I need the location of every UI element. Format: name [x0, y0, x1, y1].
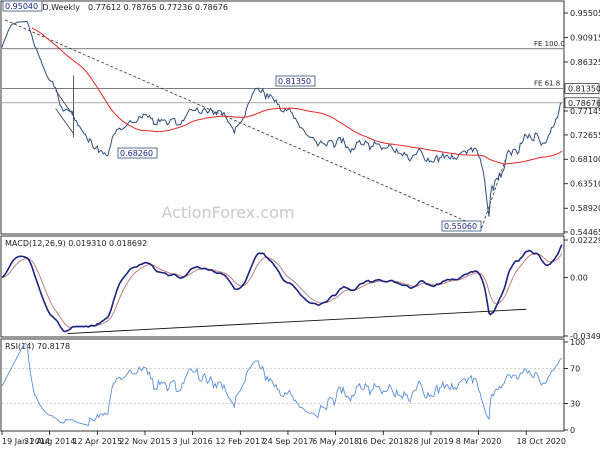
rsi-tick-label: 70	[570, 364, 580, 373]
price-tick-label: 0.72655	[570, 131, 600, 140]
x-tick-label: 22 Nov 2015	[119, 437, 170, 446]
x-tick-label: 12 Feb 2017	[215, 437, 265, 446]
watermark: ActionForex.com	[161, 203, 294, 222]
point-label: 0.81350	[278, 77, 311, 86]
fib-label: FE 100.0	[534, 40, 565, 48]
rsi-title: RSI(14) 70.8178	[5, 342, 70, 351]
x-tick-label: 6 May 2018	[312, 437, 359, 446]
fib-label: FE 61.8	[534, 80, 560, 88]
macd-tick-label: 0.00	[570, 273, 588, 282]
macd-tick-label: 0.02229	[570, 236, 600, 245]
fib-value-label: 0.81350	[568, 85, 600, 94]
rsi-tick-label: 0	[570, 426, 575, 435]
x-tick-label: 16 Dec 2018	[358, 437, 409, 446]
x-tick-label: 3 Jul 2016	[173, 437, 213, 446]
price-tick-label: 0.63510	[570, 180, 600, 189]
price-tick-label: 0.77145	[570, 107, 600, 116]
x-tick-label: 8 Mar 2020	[456, 437, 502, 446]
ohlc-label: 0.77612 0.78765 0.77236 0.78676	[88, 3, 228, 12]
rsi-tick-label: 100	[570, 338, 585, 347]
rsi-tick-label: 30	[570, 400, 580, 409]
price-tick-label: 0.95505	[570, 9, 600, 18]
price-tick-label: 0.90915	[570, 33, 600, 42]
x-tick-label: 18 Oct 2020	[517, 437, 566, 446]
chart-root: ActionForex.com AUDUSD,Weekly 0.77612 0.…	[0, 0, 600, 450]
background	[0, 0, 600, 450]
point-label: 0.68260	[120, 149, 153, 158]
x-tick-label: 28 Jul 2019	[408, 437, 453, 446]
current-price-label: 0.78676	[568, 99, 600, 108]
price-tick-label: 0.58920	[570, 204, 600, 213]
macd-title: MACD(12,26,9) 0.019310 0.018692	[5, 239, 147, 248]
price-tick-label: 0.86325	[570, 58, 600, 67]
x-tick-label: 24 Sep 2017	[263, 437, 314, 446]
point-label: 0.95040	[5, 2, 38, 11]
point-label: 0.55060	[444, 222, 477, 231]
x-tick-label: 12 Apr 2015	[73, 437, 122, 446]
price-tick-label: 0.68100	[570, 155, 600, 164]
x-tick-label: 31 Aug 2014	[24, 437, 75, 446]
